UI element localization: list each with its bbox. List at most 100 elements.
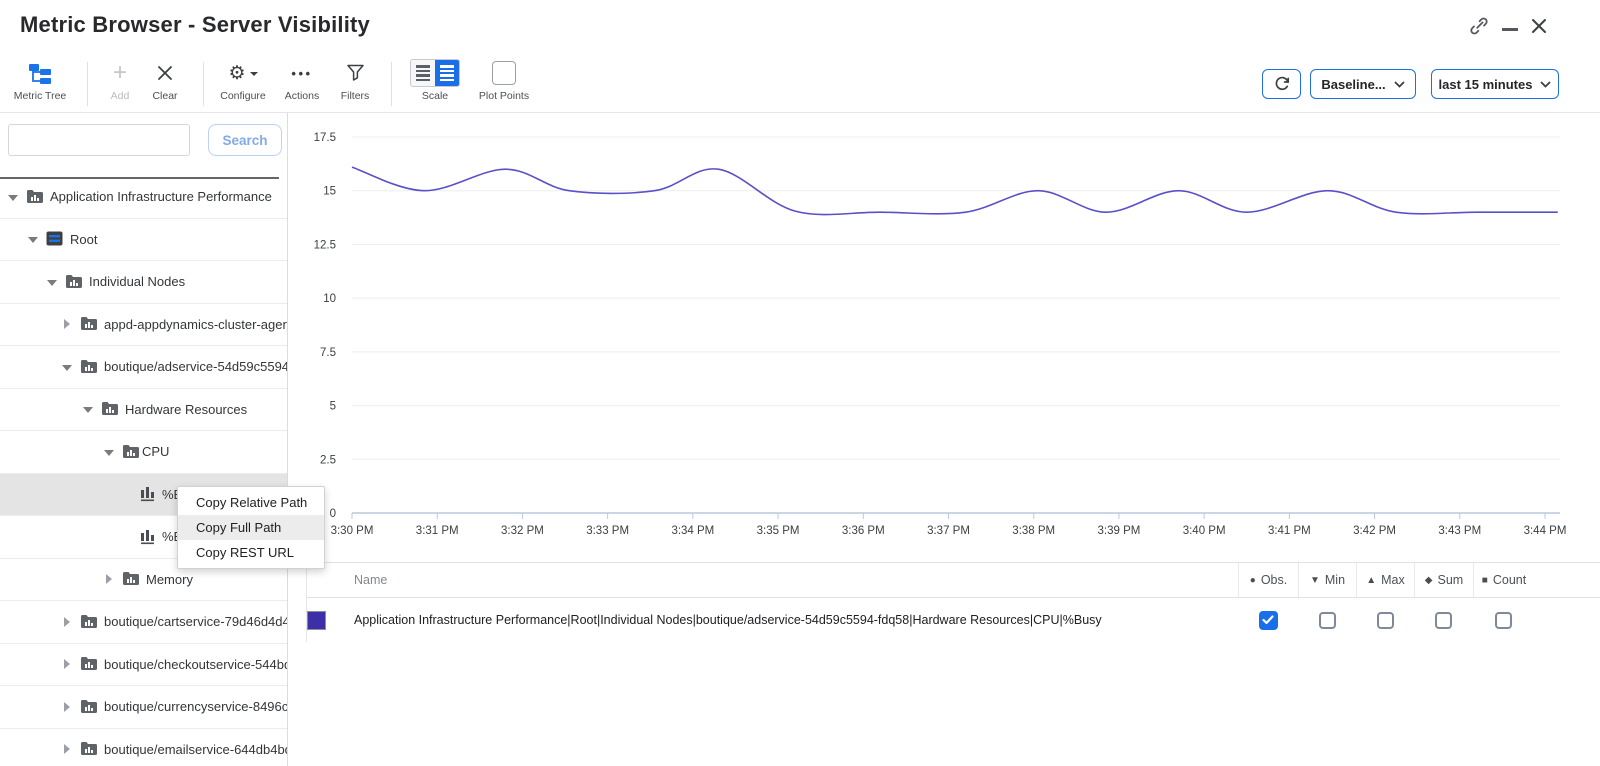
tree-item-checkoutservice[interactable]: boutique/checkoutservice-544bdf649 <box>0 644 288 687</box>
sum-checkbox-cell <box>1414 598 1473 642</box>
tree-item-hardware-resources[interactable]: Hardware Resources <box>0 389 288 432</box>
tree-item-adservice[interactable]: boutique/adservice-54d59c5594-fdq58 <box>0 346 288 389</box>
y-tick-label: 0 <box>330 508 336 520</box>
caret-right-icon[interactable] <box>64 702 70 712</box>
y-tick-label: 10 <box>323 293 336 305</box>
tree-item-application-infrastructure-performance[interactable]: Application Infrastructure Performance <box>0 176 288 219</box>
x-tick-label: 3:41 PM <box>1268 525 1311 537</box>
series-color-swatch <box>307 611 326 630</box>
tree-item-label: Root <box>70 219 97 261</box>
count-checkbox[interactable] <box>1495 612 1512 629</box>
filters-button[interactable]: Filters <box>332 58 378 108</box>
metric-path-name: Application Infrastructure Performance|R… <box>349 598 1238 642</box>
obs-checkbox-cell <box>1238 598 1298 642</box>
plot-points-toggle[interactable]: Plot Points <box>472 58 536 108</box>
square-glyph-icon: ■ <box>1482 575 1488 586</box>
clear-button[interactable]: Clear <box>143 58 187 108</box>
refresh-icon <box>1272 74 1292 94</box>
tree-item-cartservice[interactable]: boutique/cartservice-79d46d4d46-9b <box>0 601 288 644</box>
sum-checkbox[interactable] <box>1435 612 1452 629</box>
toolbar-divider <box>203 62 204 106</box>
caret-down-icon <box>250 72 258 76</box>
caret-down-icon[interactable] <box>83 407 93 413</box>
tree-item-currencyservice[interactable]: boutique/currencyservice-8496cb5c7 <box>0 686 288 729</box>
metric-tree-button[interactable]: Metric Tree <box>10 58 70 108</box>
root-node-icon <box>46 231 64 247</box>
x-tick-label: 3:39 PM <box>1098 525 1141 537</box>
tree-item-label: appd-appdynamics-cluster-agent-app <box>104 304 288 346</box>
metric-line-chart[interactable]: 02.557.51012.51517.53:30 PM3:31 PM3:32 P… <box>288 113 1600 545</box>
close-icon[interactable] <box>1530 17 1548 40</box>
x-tick-label: 3:43 PM <box>1438 525 1481 537</box>
triangle-down-glyph-icon: ▼ <box>1310 575 1320 586</box>
caret-down-icon[interactable] <box>104 450 114 456</box>
tree-item-cpu[interactable]: CPU <box>0 431 288 474</box>
y-tick-label: 7.5 <box>320 347 336 359</box>
max-checkbox[interactable] <box>1377 612 1394 629</box>
tree-item-label: CPU <box>142 431 169 473</box>
x-tick-label: 3:35 PM <box>757 525 800 537</box>
metric-browser-window: Metric Browser - Server Visibility Metri… <box>0 0 1600 766</box>
max-column-header: ▲ Max <box>1356 563 1414 597</box>
x-tick-label: 3:40 PM <box>1183 525 1226 537</box>
caret-right-icon[interactable] <box>64 319 70 329</box>
funnel-icon <box>332 58 378 88</box>
folder-metrics-icon <box>65 274 83 290</box>
tree-item-label: Application Infrastructure Performance <box>50 176 272 218</box>
gear-icon: ⚙ <box>214 58 272 88</box>
tree-item-root[interactable]: Root <box>0 219 288 262</box>
caret-right-icon[interactable] <box>64 659 70 669</box>
actions-button[interactable]: ••• Actions <box>278 58 326 108</box>
caret-right-icon[interactable] <box>64 617 70 627</box>
folder-metrics-icon <box>122 444 140 460</box>
min-checkbox[interactable] <box>1319 612 1336 629</box>
x-tick-label: 3:33 PM <box>586 525 629 537</box>
tree-item-individual-nodes[interactable]: Individual Nodes <box>0 261 288 304</box>
caret-down-icon[interactable] <box>47 280 57 286</box>
y-tick-label: 15 <box>323 186 336 198</box>
minimize-icon[interactable] <box>1502 28 1518 31</box>
time-range-dropdown[interactable]: last 15 minutes <box>1431 69 1559 99</box>
min-checkbox-cell <box>1298 598 1356 642</box>
caret-down-icon[interactable] <box>28 237 38 243</box>
plot-points-checkbox[interactable] <box>492 61 516 85</box>
baseline-dropdown[interactable]: Baseline... <box>1310 69 1416 99</box>
scale-segmented-control[interactable] <box>410 59 460 87</box>
tree-item-label: boutique/cartservice-79d46d4d46-9b <box>104 601 288 643</box>
toolbar-divider <box>391 62 392 106</box>
folder-metrics-icon <box>80 699 98 715</box>
scale-toggle[interactable]: Scale <box>404 58 466 108</box>
caret-down-icon[interactable] <box>8 195 18 201</box>
tree-item-label: boutique/adservice-54d59c5594-fdq58 <box>104 346 288 388</box>
tree-item-appd-cluster-agent[interactable]: appd-appdynamics-cluster-agent-app <box>0 304 288 347</box>
scale-log-icon-selected[interactable] <box>435 60 459 86</box>
max-checkbox-cell <box>1356 598 1414 642</box>
obs-checkbox[interactable] <box>1259 611 1278 630</box>
menu-item-copy-full-path[interactable]: Copy Full Path <box>178 515 324 540</box>
folder-metrics-icon <box>80 741 98 757</box>
scale-linear-icon[interactable] <box>411 60 435 86</box>
caret-right-icon[interactable] <box>64 744 70 754</box>
ellipsis-icon: ••• <box>278 58 326 88</box>
metric-tree-sidebar: Search Application Infrastructure Perfor… <box>0 113 288 766</box>
search-button[interactable]: Search <box>208 124 282 156</box>
menu-item-copy-rest-url[interactable]: Copy REST URL <box>178 540 324 565</box>
refresh-button[interactable] <box>1262 69 1301 99</box>
copy-link-icon[interactable] <box>1468 15 1490 42</box>
caret-right-icon[interactable] <box>106 574 112 584</box>
triangle-up-glyph-icon: ▲ <box>1366 575 1376 586</box>
metric-tree-icon <box>10 58 70 88</box>
y-tick-label: 17.5 <box>314 132 336 144</box>
caret-down-icon[interactable] <box>62 365 72 371</box>
configure-button[interactable]: ⚙ Configure <box>214 58 272 108</box>
tree-item-label: Hardware Resources <box>125 389 247 431</box>
search-input[interactable] <box>8 124 190 156</box>
x-tick-label: 3:32 PM <box>501 525 544 537</box>
series-swatch-cell <box>307 598 349 642</box>
folder-metrics-icon <box>80 316 98 332</box>
x-tick-label: 3:42 PM <box>1353 525 1396 537</box>
x-tick-label: 3:37 PM <box>927 525 970 537</box>
context-menu: Copy Relative Path Copy Full Path Copy R… <box>177 486 325 569</box>
tree-item-emailservice[interactable]: boutique/emailservice-644db4bdf8-lc <box>0 729 288 766</box>
menu-item-copy-relative-path[interactable]: Copy Relative Path <box>178 490 324 515</box>
